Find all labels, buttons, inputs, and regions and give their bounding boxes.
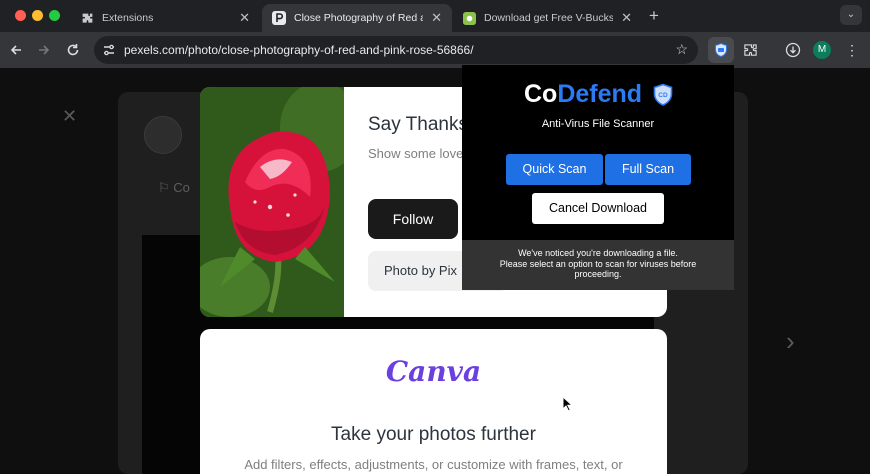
tab-strip: Extensions ✕ Close Photography of Red an…: [0, 0, 870, 32]
follow-button[interactable]: Follow: [368, 199, 458, 239]
chevron-down-icon: ⌄: [846, 9, 856, 20]
window-close-button[interactable]: [15, 10, 26, 21]
codefend-popup: CoDefend CD Anti-Virus File Scanner Quic…: [462, 65, 734, 290]
tab-vbucks[interactable]: Download get Free V-Bucks and ✕: [452, 4, 642, 32]
collect-label: Co: [173, 180, 190, 195]
brand-defend: Defend: [557, 80, 643, 108]
shield-icon: [715, 42, 727, 58]
canva-subtitle: Add filters, effects, adjustments, or cu…: [244, 457, 623, 472]
shield-icon: CD: [653, 83, 673, 106]
site-settings-icon[interactable]: [102, 43, 116, 57]
chevron-right-icon[interactable]: ›: [786, 326, 795, 357]
cancel-download-button[interactable]: Cancel Download: [532, 193, 664, 224]
codefend-extension-button[interactable]: [708, 37, 734, 63]
full-scan-button[interactable]: Full Scan: [605, 154, 691, 185]
browser-menu-icon[interactable]: ⋮: [845, 41, 859, 59]
window-minimize-button[interactable]: [32, 10, 43, 21]
notice-line: proceeding.: [574, 269, 622, 279]
profile-avatar[interactable]: M: [813, 41, 831, 59]
downloads-button[interactable]: [780, 37, 806, 63]
close-icon[interactable]: ✕: [62, 106, 77, 127]
url-text: pexels.com/photo/close-photography-of-re…: [124, 43, 474, 57]
canva-logo[interactable]: Canva: [200, 355, 667, 388]
collect-button[interactable]: ⚐ Co: [158, 180, 190, 196]
download-icon: [785, 42, 801, 58]
pexels-icon: [272, 11, 286, 25]
page-viewport: ✕ ⚐ Co › Say Thanks Show some love Follo…: [0, 68, 870, 474]
notice-line: We've noticed you're downloading a file.: [518, 248, 678, 258]
notice-line: Please select an option to scan for viru…: [499, 258, 697, 269]
reload-button[interactable]: [63, 40, 83, 60]
tab-title: Close Photography of Red and Pink Rose: [294, 12, 424, 24]
shield-label: CD: [658, 92, 668, 99]
popup-subtitle: Anti-Virus File Scanner: [541, 118, 655, 130]
tab-close-icon[interactable]: ✕: [621, 10, 632, 26]
android-icon: [462, 11, 476, 25]
window-maximize-button[interactable]: [49, 10, 60, 21]
tab-title: Extensions: [102, 12, 154, 24]
puzzle-icon: [80, 11, 94, 25]
brand-co: Co: [524, 80, 558, 108]
tab-pexels[interactable]: Close Photography of Red and Pink Rose ✕: [262, 4, 452, 32]
browser-toolbar: pexels.com/photo/close-photography-of-re…: [0, 32, 870, 68]
mouse-cursor-icon: [562, 396, 574, 412]
tab-title: Download get Free V-Bucks and: [484, 12, 614, 24]
codefend-logo-text: CoDefend: [524, 80, 642, 109]
arrow-left-icon: [10, 45, 21, 55]
thanks-title: Say Thanks: [368, 114, 468, 135]
bookmark-star-icon[interactable]: ☆: [675, 41, 688, 58]
puzzle-icon: [743, 43, 757, 56]
quick-scan-button[interactable]: Quick Scan: [506, 154, 603, 185]
new-tab-button[interactable]: +: [644, 6, 664, 26]
tab-search-button[interactable]: ⌄: [840, 5, 862, 25]
arrow-right-icon: [39, 45, 50, 55]
canva-promo-card: Canva Take your photos further Add filte…: [200, 329, 667, 474]
back-button[interactable]: [6, 40, 26, 60]
tab-extensions[interactable]: Extensions ✕: [70, 4, 260, 32]
forward-button[interactable]: [34, 40, 54, 60]
bookmark-icon: ⚐: [158, 180, 170, 195]
download-notice: We've noticed you're downloading a file.…: [462, 240, 734, 290]
tab-close-icon[interactable]: ✕: [239, 10, 250, 26]
canva-title: Take your photos further: [331, 424, 536, 445]
photographer-avatar[interactable]: [144, 116, 182, 154]
extensions-menu-button[interactable]: [737, 37, 763, 63]
address-bar[interactable]: pexels.com/photo/close-photography-of-re…: [94, 36, 698, 64]
rose-photo: [200, 87, 360, 317]
tab-close-icon[interactable]: ✕: [431, 10, 442, 26]
reload-icon: [67, 44, 79, 56]
